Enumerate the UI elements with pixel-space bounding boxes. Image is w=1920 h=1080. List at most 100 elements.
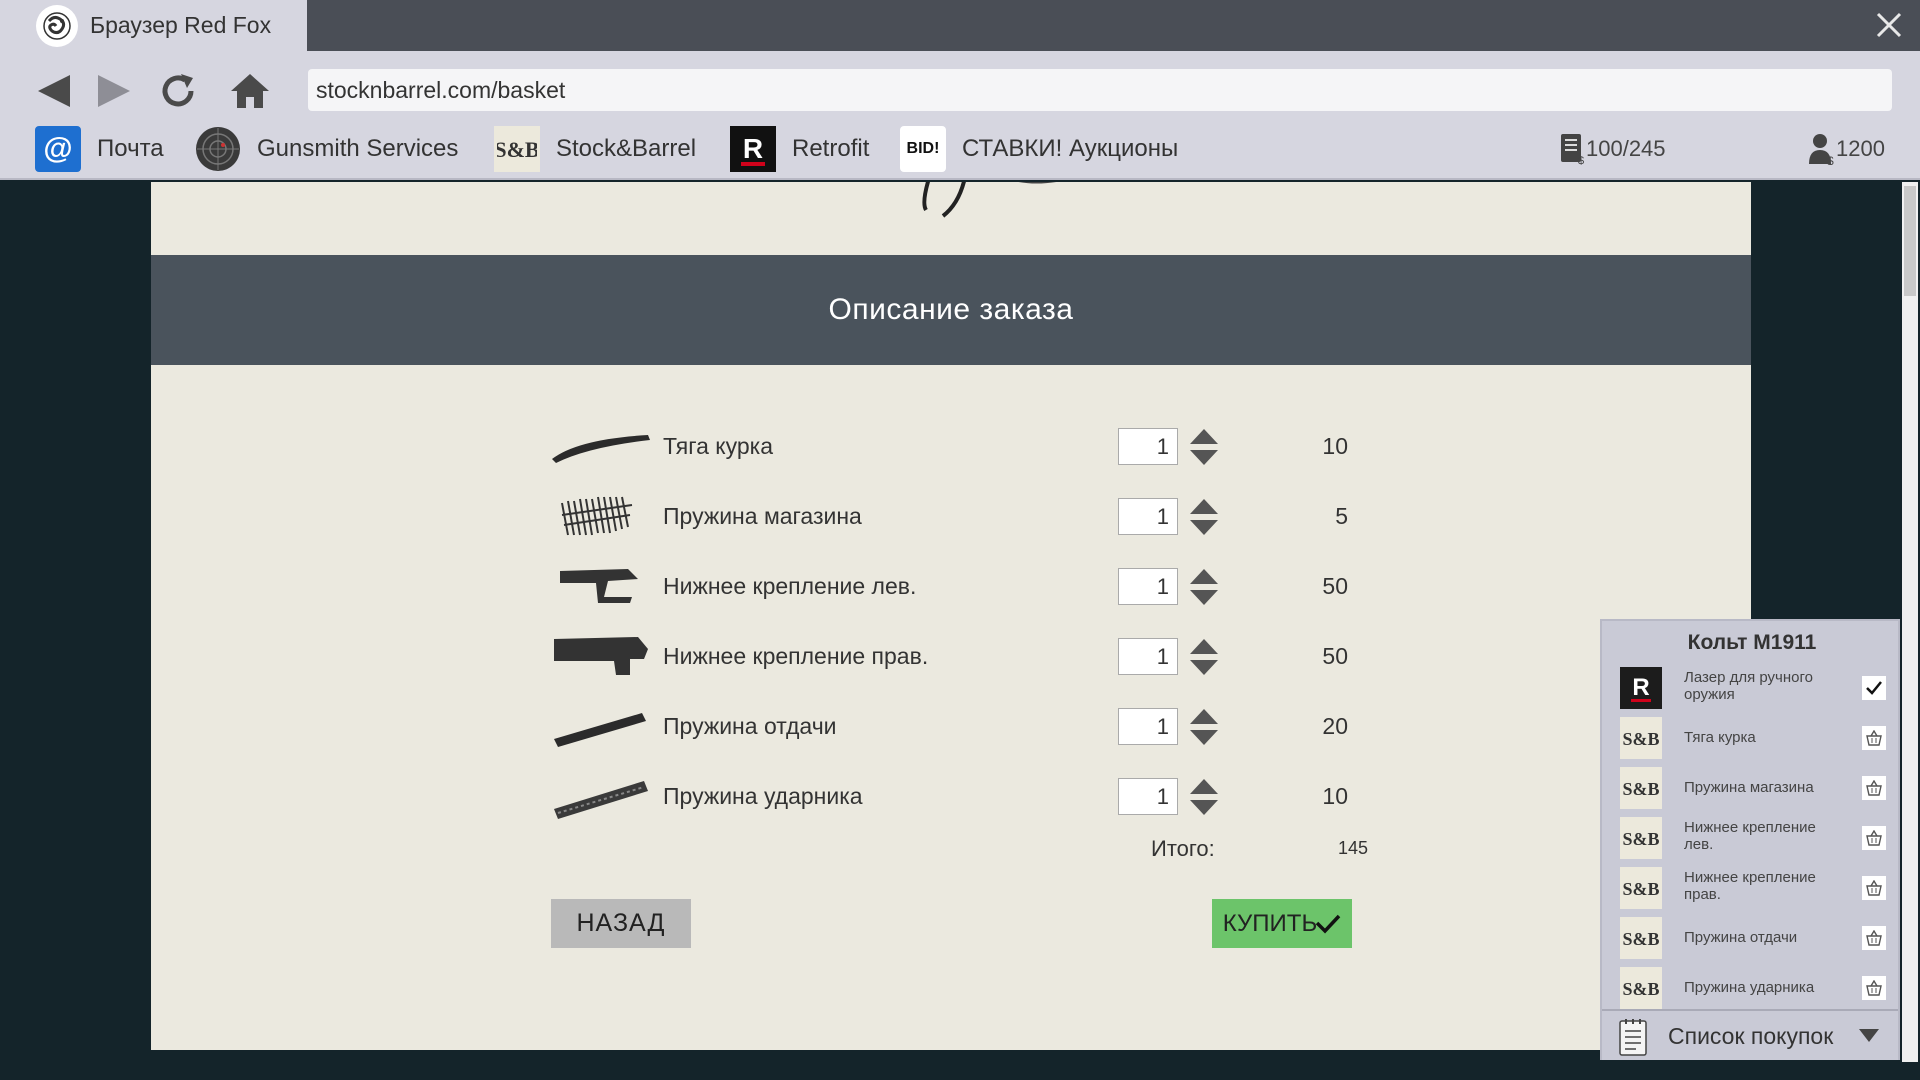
retrofit-r-icon: R [1620, 667, 1662, 709]
svg-text:S&B: S&B [1622, 979, 1659, 999]
basket-icon [1866, 730, 1882, 746]
bookmark-gunsmith[interactable]: Gunsmith Services [195, 124, 458, 174]
order-item-row: Пружина отдачи 1 20 [548, 699, 1368, 755]
item-checked-checkbox[interactable] [1862, 676, 1886, 700]
panel-title: Кольт M1911 [1687, 631, 1817, 654]
shopping-item-label: Лазер для ручного оружия [1684, 669, 1813, 703]
shopping-item-label: Пружина ударника [1684, 979, 1815, 996]
back-button[interactable]: НАЗАД [551, 899, 691, 948]
item-name: Тяга курка [663, 433, 773, 459]
triangle-down-icon[interactable] [1858, 1027, 1880, 1043]
bookmark-label: Почта [97, 135, 164, 162]
basket-icon [1866, 880, 1882, 896]
quantity-input[interactable]: 1 [1118, 638, 1178, 675]
order-item-row: Нижнее крепление лев. 1 50 [548, 559, 1368, 615]
quantity-input[interactable]: 1 [1118, 428, 1178, 465]
svg-text:R: R [1632, 674, 1649, 701]
shopping-list-item: S&B Пружина ударника [1620, 965, 1886, 1011]
total-label: Итого: [1151, 836, 1215, 861]
reload-button[interactable] [154, 69, 202, 113]
reload-icon [162, 74, 194, 107]
close-window-button[interactable] [1870, 6, 1908, 44]
basket-button[interactable] [1862, 926, 1886, 950]
svg-text:S&B: S&B [1622, 779, 1659, 799]
basket-button[interactable] [1862, 726, 1886, 750]
quantity-stepper[interactable] [1188, 707, 1220, 747]
scrollbar-thumb[interactable] [1904, 186, 1916, 296]
shopping-list-item: S&B Нижнее крепление прав. [1620, 865, 1886, 911]
quantity-stepper[interactable] [1188, 777, 1220, 817]
storage-indicator: $ 100/245 [1560, 124, 1666, 174]
item-name: Пружина ударника [663, 783, 863, 809]
quantity-stepper[interactable] [1188, 497, 1220, 537]
shopping-list-item: S&B Пружина магазина [1620, 765, 1886, 811]
shopping-list-panel: Кольт M1911 R Лазер для ручного оружия S… [1600, 619, 1900, 1060]
sb-logo-icon: S&B [1620, 817, 1662, 859]
bookmark-retrofit[interactable]: R Retrofit [730, 124, 869, 174]
item-name: Нижнее крепление прав. [663, 643, 929, 669]
svg-text:R: R [743, 133, 763, 164]
basket-button[interactable] [1862, 826, 1886, 850]
page-scrollbar[interactable] [1902, 182, 1918, 1062]
quantity-input[interactable]: 1 [1118, 708, 1178, 745]
basket-button[interactable] [1862, 876, 1886, 900]
buy-button-label: КУПИТЬ [1222, 909, 1318, 937]
arrow-right-icon [98, 75, 130, 107]
order-title: Описание заказа [828, 293, 1074, 326]
svg-text:S&B: S&B [1622, 829, 1659, 849]
quantity-input[interactable]: 1 [1118, 498, 1178, 535]
tab-title: Браузер Red Fox [90, 12, 272, 38]
bookmark-stock-barrel[interactable]: S&B Stock&Barrel [494, 124, 696, 174]
hammer-strut-image [552, 435, 650, 463]
buy-button[interactable]: КУПИТЬ [1212, 899, 1352, 948]
basket-button[interactable] [1862, 776, 1886, 800]
bid-icon: BID! [900, 126, 946, 172]
home-icon [231, 74, 269, 108]
url-text: stocknbarrel.com/basket [316, 76, 566, 103]
forward-nav-button[interactable] [90, 69, 138, 113]
storage-icon: $ [1561, 134, 1584, 165]
address-bar[interactable]: stocknbarrel.com/basket [308, 69, 1892, 111]
lower-mount-left-image [560, 569, 638, 603]
total-value: 145 [1337, 838, 1368, 858]
basket-page: Описание заказа Тяга курка 1 10 Пружина … [151, 182, 1751, 1050]
bookmarks-bar: @ Почта Gunsmith Services S&B Stock&Barr… [0, 124, 1920, 174]
target-icon [195, 126, 241, 172]
shopping-item-label: Пружина магазина [1684, 779, 1814, 796]
bookmark-label: Stock&Barrel [556, 135, 697, 162]
svg-text:S&B: S&B [1622, 729, 1659, 749]
order-item-row: Пружина ударника 1 10 [548, 769, 1368, 825]
home-button[interactable] [226, 69, 274, 113]
sb-logo-icon: S&B [1620, 917, 1662, 959]
basket-icon [1866, 980, 1882, 996]
back-nav-button[interactable] [30, 69, 78, 113]
browser-titlebar: Браузер Red Fox [0, 0, 1920, 51]
svg-text:S&B: S&B [497, 137, 537, 162]
shopping-list-label: Список покупок [1668, 1023, 1834, 1049]
red-fox-logo-icon [36, 4, 78, 47]
quantity-stepper[interactable] [1188, 427, 1220, 467]
order-header: Описание заказа [151, 255, 1751, 365]
shopping-list-footer[interactable]: Список покупок [1602, 1009, 1898, 1060]
order-item-row: Пружина магазина 1 5 [548, 489, 1368, 545]
bookmark-mail[interactable]: @ Почта [35, 124, 164, 174]
quantity-stepper[interactable] [1188, 567, 1220, 607]
user-money-icon: $ [1809, 134, 1834, 165]
shopping-list-item: R Лазер для ручного оружия [1620, 665, 1886, 711]
money-indicator: $ 1200 [1808, 124, 1885, 174]
item-price: 50 [1322, 643, 1348, 669]
quantity-stepper[interactable] [1188, 637, 1220, 677]
quantity-input[interactable]: 1 [1118, 778, 1178, 815]
basket-button[interactable] [1862, 976, 1886, 1000]
money-value: 1200 [1836, 136, 1885, 161]
quantity-input[interactable]: 1 [1118, 568, 1178, 605]
shopping-item-label: Пружина отдачи [1684, 929, 1798, 946]
order-item-row: Нижнее крепление прав. 1 50 [548, 629, 1368, 685]
basket-icon [1866, 780, 1882, 796]
lower-mount-right-image [554, 637, 648, 675]
bookmark-label: Gunsmith Services [257, 135, 459, 162]
bookmark-label: Retrofit [792, 135, 870, 162]
sb-logo-icon: S&B [494, 126, 540, 172]
browser-tab[interactable]: Браузер Red Fox [0, 0, 307, 51]
bookmark-auctions[interactable]: BID! СТАВКИ! Аукционы [900, 124, 1178, 174]
